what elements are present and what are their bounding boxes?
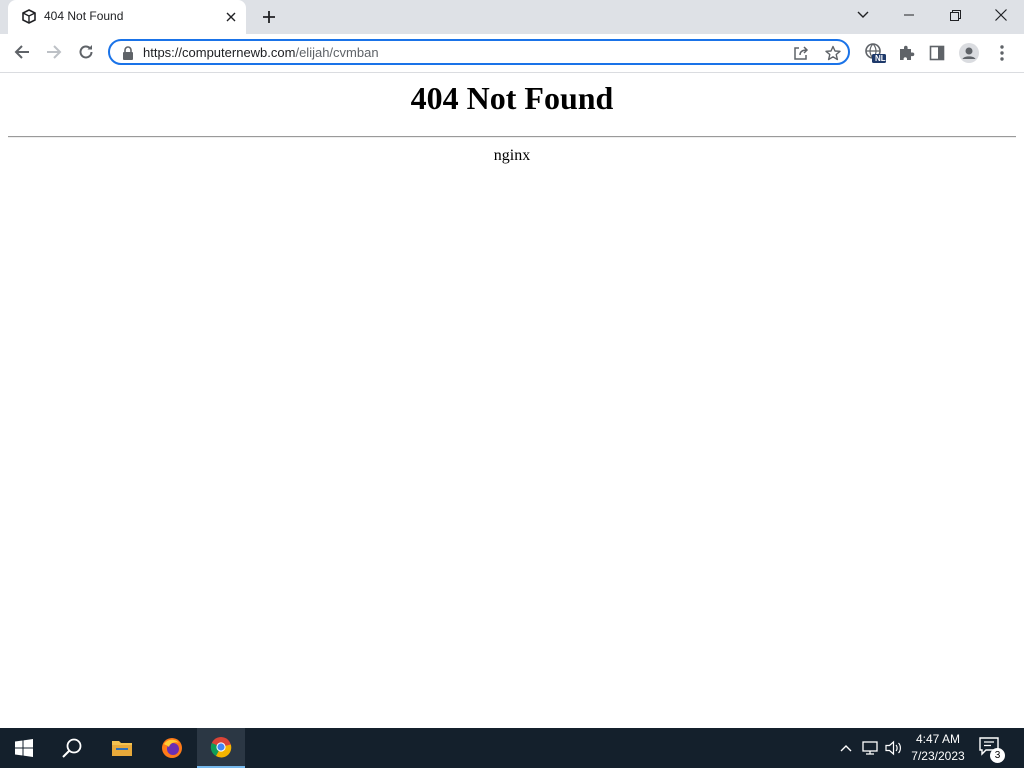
translate-extension-globe-icon[interactable]: NL <box>864 42 886 64</box>
profile-avatar-icon[interactable] <box>958 42 980 64</box>
restore-icon[interactable] <box>932 0 978 30</box>
tab-title: 404 Not Found <box>44 9 124 23</box>
bookmark-star-icon[interactable] <box>824 44 842 62</box>
url-text[interactable]: https://computernewb.com/elijah/cvmban <box>143 45 379 60</box>
horizontal-divider <box>8 136 1016 138</box>
network-icon[interactable] <box>860 738 880 758</box>
tab-strip: 404 Not Found <box>0 0 1024 34</box>
tab-search-chevron-down-icon[interactable] <box>840 0 886 30</box>
extension-badge: NL <box>875 54 886 63</box>
reload-icon[interactable] <box>72 38 100 66</box>
share-icon[interactable] <box>792 44 810 62</box>
tab-active[interactable]: 404 Not Found <box>8 0 246 34</box>
new-tab-button[interactable] <box>258 6 280 28</box>
kebab-menu-icon[interactable] <box>991 42 1013 64</box>
side-panel-icon[interactable] <box>926 42 948 64</box>
page-content: 404 Not Found nginx <box>0 73 1024 728</box>
extensions-puzzle-icon[interactable] <box>895 42 917 64</box>
notification-count-badge: 3 <box>990 748 1005 763</box>
minimize-icon[interactable] <box>886 0 932 30</box>
url-path: /elijah/cvmban <box>295 45 379 60</box>
volume-icon[interactable] <box>884 738 904 758</box>
close-window-icon[interactable] <box>978 0 1024 30</box>
taskbar: 4:47 AM 7/23/2023 3 <box>0 728 1024 768</box>
server-signature: nginx <box>493 147 531 164</box>
tab-close-icon[interactable] <box>222 8 240 26</box>
page-heading: 404 Not Found <box>410 80 614 116</box>
clock-date: 7/23/2023 <box>911 749 965 763</box>
lock-icon[interactable] <box>122 46 134 60</box>
cube-logo-icon <box>20 8 38 26</box>
firefox-icon[interactable] <box>148 728 196 768</box>
search-icon[interactable] <box>48 728 96 768</box>
system-clock[interactable]: 4:47 AM 7/23/2023 <box>904 731 972 765</box>
back-arrow-left-icon[interactable] <box>8 38 36 66</box>
chevron-up-icon[interactable] <box>836 738 856 758</box>
chrome-icon[interactable] <box>197 728 245 768</box>
windows-start-icon[interactable] <box>0 728 48 768</box>
browser-toolbar: https://computernewb.com/elijah/cvmban N… <box>0 34 1024 73</box>
address-bar[interactable]: https://computernewb.com/elijah/cvmban <box>108 39 850 65</box>
forward-arrow-right-icon[interactable] <box>40 38 68 66</box>
clock-time: 4:47 AM <box>915 732 961 746</box>
url-host: https://computernewb.com <box>143 45 296 60</box>
file-explorer-icon[interactable] <box>98 728 146 768</box>
